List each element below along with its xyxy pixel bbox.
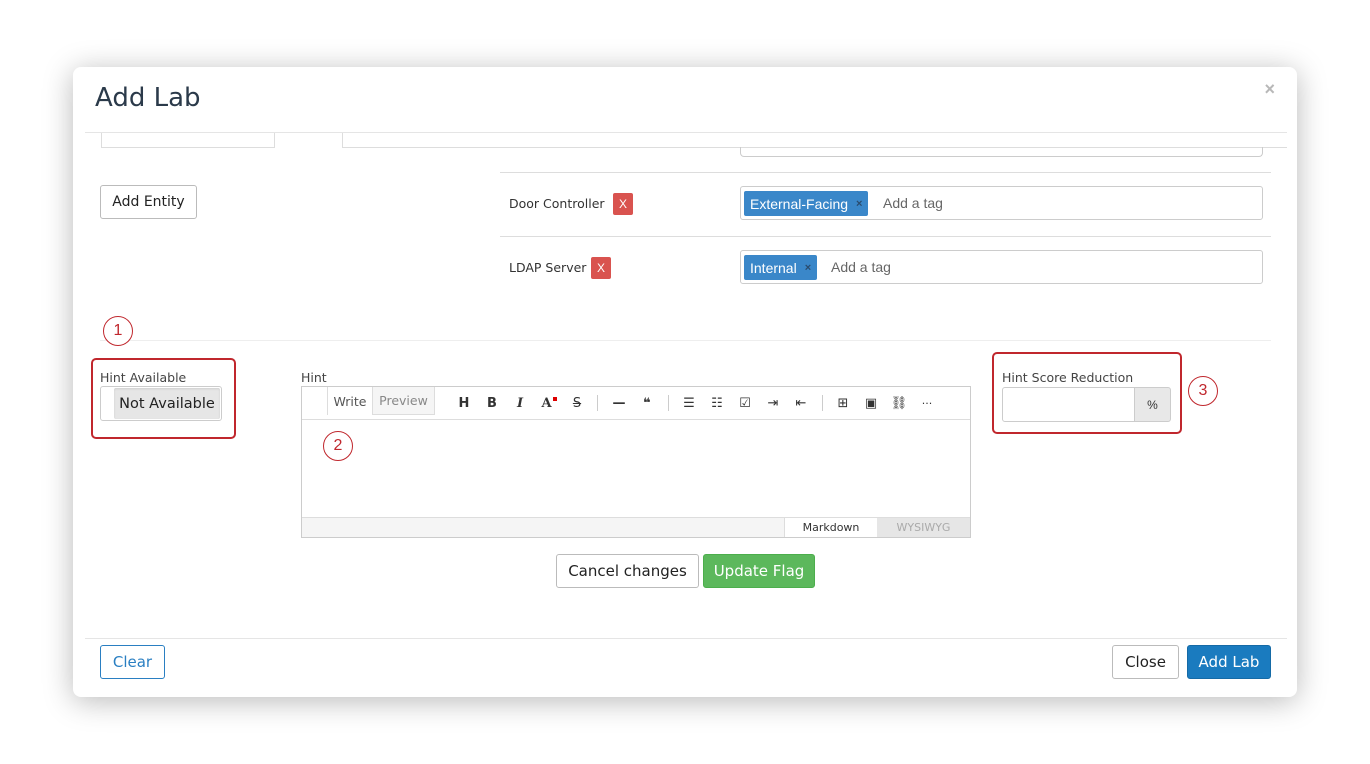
tag-label: External-Facing	[750, 195, 849, 212]
toolbar-separator	[822, 395, 823, 411]
tag-chip: External-Facing ×	[744, 191, 869, 216]
table-icon[interactable]: ⊞	[832, 393, 854, 413]
tag-placeholder: Add a tag	[831, 259, 891, 275]
delete-entity-button[interactable]: X	[591, 257, 611, 279]
hint-available-toggle[interactable]: Not Available	[100, 386, 222, 421]
text-color-icon[interactable]: A	[538, 393, 560, 413]
tag-label: Internal	[750, 259, 797, 276]
callout-2-badge: 2	[323, 431, 353, 461]
italic-icon[interactable]: I	[509, 393, 531, 413]
callout-3-badge: 3	[1188, 376, 1218, 406]
entity-row: LDAP Server X Internal × Add a tag	[500, 236, 1271, 300]
clear-button[interactable]: Clear	[100, 645, 165, 679]
heading-icon[interactable]: H	[453, 393, 475, 413]
editor-toolbar: Write Preview H B I A S — ❝ ☰ ☷ ☑ ⇥ ⇤ ⊞ …	[302, 387, 970, 420]
tag-chip: Internal ×	[744, 255, 818, 280]
close-button[interactable]: Close	[1112, 645, 1179, 679]
tab-divider	[342, 133, 343, 148]
add-entity-button[interactable]: Add Entity	[100, 185, 197, 219]
toolbar-separator	[597, 395, 598, 411]
outdent-icon[interactable]: ⇤	[790, 393, 812, 413]
tag-input[interactable]: External-Facing × Add a tag	[740, 186, 1263, 220]
close-icon[interactable]: ×	[1264, 79, 1275, 100]
entity-name: LDAP Server	[509, 260, 587, 275]
horizontal-rule-icon[interactable]: —	[608, 393, 630, 413]
color-swatch	[552, 397, 557, 401]
entity-name: Door Controller	[509, 196, 605, 211]
tag-remove-icon[interactable]: ×	[805, 262, 811, 274]
quote-icon[interactable]: ❝	[636, 393, 658, 413]
tab-preview[interactable]: Preview	[373, 387, 435, 415]
bullet-list-icon[interactable]: ☰	[678, 393, 700, 413]
tag-input-remnant[interactable]	[740, 147, 1263, 157]
image-icon[interactable]: ▣	[860, 393, 882, 413]
hint-label: Hint	[301, 370, 327, 385]
cancel-changes-button[interactable]: Cancel changes	[556, 554, 699, 588]
toolbar-separator	[668, 395, 669, 411]
mode-markdown[interactable]: Markdown	[784, 518, 877, 537]
strikethrough-icon[interactable]: S	[566, 393, 588, 413]
tag-remove-icon[interactable]: ×	[856, 198, 862, 210]
update-flag-button[interactable]: Update Flag	[703, 554, 815, 588]
add-lab-button[interactable]: Add Lab	[1187, 645, 1271, 679]
hint-editor[interactable]: Write Preview H B I A S — ❝ ☰ ☷ ☑ ⇥ ⇤ ⊞ …	[301, 386, 971, 538]
percent-addon: %	[1134, 387, 1171, 422]
hint-score-reduction-label: Hint Score Reduction	[1002, 370, 1134, 385]
hint-available-label: Hint Available	[100, 370, 187, 385]
add-lab-modal: Add Lab × Add Entity Door Controller X E…	[73, 67, 1297, 697]
hint-score-reduction-input[interactable]	[1002, 387, 1135, 422]
tag-input[interactable]: Internal × Add a tag	[740, 250, 1263, 284]
mode-wysiwyg[interactable]: WYSIWYG	[877, 518, 970, 537]
tag-placeholder: Add a tag	[883, 195, 943, 211]
toggle-state: Not Available	[114, 388, 220, 419]
entity-row: Door Controller X External-Facing × Add …	[500, 172, 1271, 236]
numbered-list-icon[interactable]: ☷	[706, 393, 728, 413]
indent-icon[interactable]: ⇥	[762, 393, 784, 413]
task-list-icon[interactable]: ☑	[734, 393, 756, 413]
tab-write[interactable]: Write	[327, 387, 373, 415]
bold-icon[interactable]: B	[481, 393, 503, 413]
link-icon[interactable]: ⛓	[888, 393, 910, 413]
editor-mode-bar: Markdown WYSIWYG	[302, 517, 970, 537]
tab-remnant[interactable]	[101, 133, 275, 148]
section-divider	[100, 340, 1271, 341]
text-color-glyph: A	[541, 395, 552, 411]
delete-entity-button[interactable]: X	[613, 193, 633, 215]
modal-title: Add Lab	[95, 83, 201, 113]
footer-divider	[85, 638, 1287, 639]
callout-1-badge: 1	[103, 316, 133, 346]
more-icon[interactable]: ···	[916, 393, 938, 413]
